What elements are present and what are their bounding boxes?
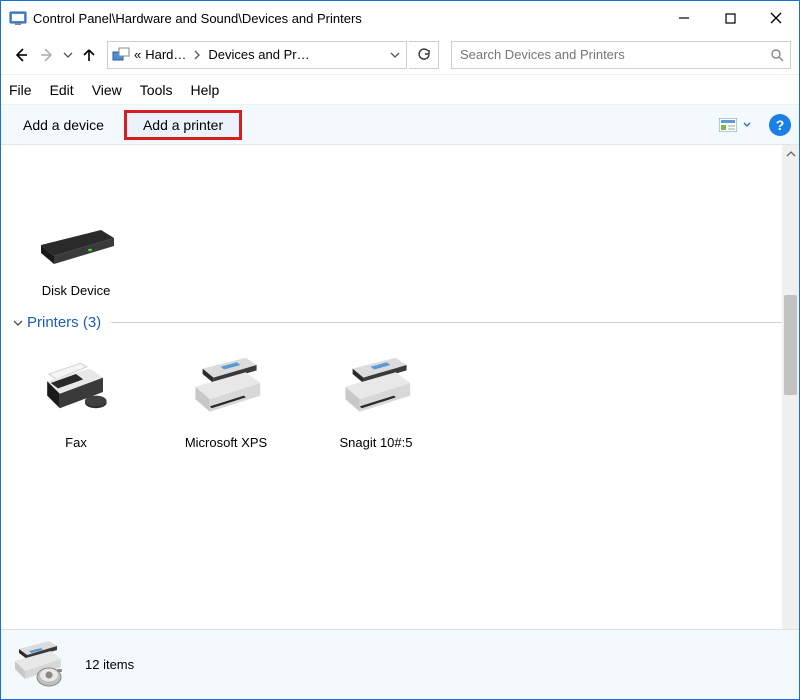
printer-item-xps[interactable]: Microsoft XPS — [171, 357, 281, 450]
printers-section-title: Printers (3) — [27, 314, 101, 331]
menu-edit[interactable]: Edit — [50, 82, 74, 98]
printer-label: Fax — [65, 435, 87, 450]
add-printer-button[interactable]: Add a printer — [124, 110, 242, 140]
devices-printers-icon — [112, 46, 130, 64]
navigation-bar: « Hard… Devices and Pr… — [1, 35, 799, 75]
content-area: Disk Device Printers (3) — [1, 145, 799, 631]
up-button[interactable] — [77, 41, 101, 69]
maximize-button[interactable] — [707, 3, 753, 33]
address-dropdown[interactable] — [388, 41, 402, 69]
printer-icon — [331, 357, 421, 427]
back-button[interactable] — [9, 41, 33, 69]
search-input[interactable] — [458, 46, 770, 63]
search-box[interactable] — [451, 41, 791, 69]
breadcrumb-devices[interactable]: Devices and Pr… — [208, 47, 309, 62]
chevron-down-icon — [743, 121, 751, 129]
chevron-right-icon[interactable] — [190, 50, 204, 60]
menu-view[interactable]: View — [92, 82, 122, 98]
chevron-down-icon — [13, 318, 23, 328]
close-button[interactable] — [753, 3, 799, 33]
printers-section-header[interactable]: Printers (3) — [1, 308, 799, 337]
printer-item-snagit[interactable]: Snagit 10#:5 — [321, 357, 431, 450]
forward-button[interactable] — [35, 41, 59, 69]
control-panel-icon — [9, 9, 27, 27]
search-icon[interactable] — [770, 48, 784, 62]
menu-bar: File Edit View Tools Help — [1, 75, 799, 105]
menu-file[interactable]: File — [9, 82, 32, 98]
view-options-button[interactable] — [711, 114, 759, 136]
scrollbar[interactable] — [782, 145, 799, 631]
status-bar: 12 items — [1, 629, 799, 699]
fax-icon — [31, 357, 121, 427]
disk-device-icon — [31, 205, 121, 275]
menu-tools[interactable]: Tools — [140, 82, 173, 98]
menu-help[interactable]: Help — [190, 82, 219, 98]
devices-collection-icon — [13, 641, 69, 689]
address-bar[interactable]: « Hard… Devices and Pr… — [107, 41, 407, 69]
minimize-button[interactable] — [661, 3, 707, 33]
breadcrumb-prefix[interactable]: « — [134, 47, 141, 62]
printer-item-fax[interactable]: Fax — [21, 357, 131, 450]
breadcrumb-hardware[interactable]: Hard… — [145, 47, 186, 62]
refresh-button[interactable] — [409, 41, 439, 69]
help-button[interactable]: ? — [769, 114, 791, 136]
scroll-thumb[interactable] — [784, 295, 797, 395]
scroll-up-icon[interactable] — [782, 145, 799, 162]
section-divider — [111, 322, 787, 323]
printer-icon — [181, 357, 271, 427]
toolbar: Add a device Add a printer ? — [1, 105, 799, 145]
printer-label: Snagit 10#:5 — [339, 435, 412, 450]
window-title: Control Panel\Hardware and Sound\Devices… — [33, 11, 362, 26]
device-disk[interactable]: Disk Device — [21, 205, 131, 298]
status-item-count: 12 items — [85, 657, 134, 672]
device-label: Disk Device — [42, 283, 111, 298]
printer-label: Microsoft XPS — [185, 435, 267, 450]
titlebar: Control Panel\Hardware and Sound\Devices… — [1, 1, 799, 35]
add-device-button[interactable]: Add a device — [9, 111, 118, 139]
recent-dropdown[interactable] — [61, 41, 75, 69]
